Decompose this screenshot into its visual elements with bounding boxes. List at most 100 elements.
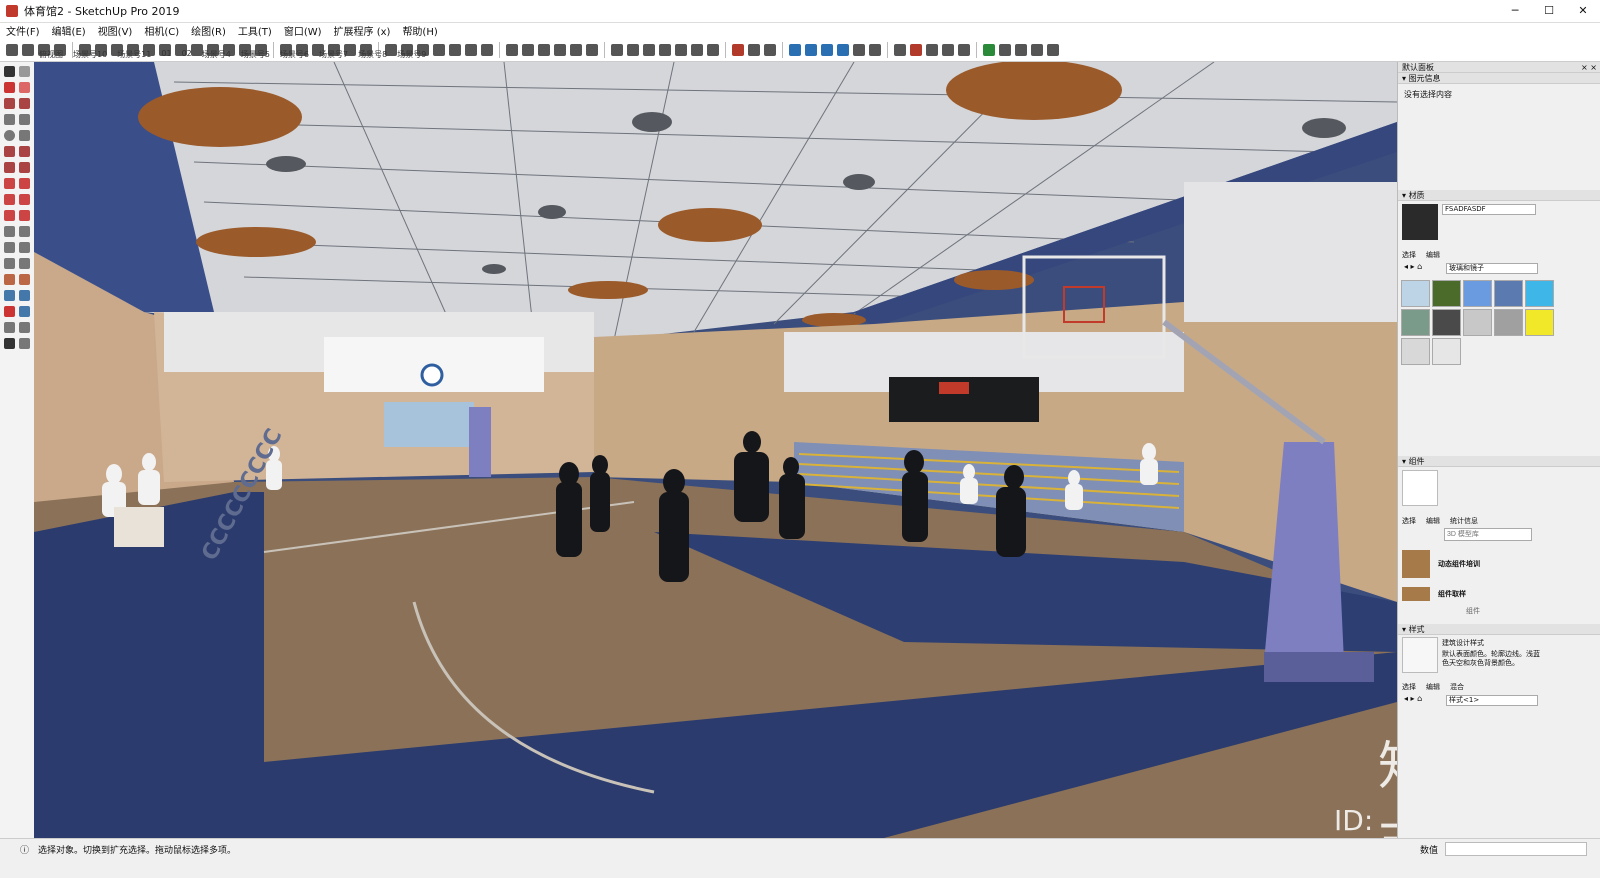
material-swatch[interactable] [1525,309,1554,336]
measurements-input[interactable] [1445,842,1587,856]
list-item[interactable]: 动态组件培训 [1402,544,1552,584]
shaded-textures-icon[interactable] [691,43,703,56]
perspective-icon[interactable] [789,43,801,56]
section-plane-icon[interactable] [19,338,30,349]
zoom-extents-icon[interactable] [449,43,461,56]
menu-file[interactable]: 文件(F) [0,23,46,38]
right-view-icon[interactable] [554,43,566,56]
parallel-projection-icon[interactable] [805,43,817,56]
next-view-icon[interactable] [481,43,493,56]
display-section-cuts-icon[interactable] [764,43,776,56]
two-point-perspective-icon[interactable] [821,43,833,56]
select-tool-icon[interactable] [6,43,18,56]
eraser-icon[interactable] [19,82,30,93]
extension-warehouse-icon[interactable] [910,43,922,56]
outliner-icon[interactable] [1015,43,1027,56]
xray-icon[interactable] [611,43,623,56]
axes-icon[interactable] [4,258,15,269]
material-swatch[interactable] [1463,309,1492,336]
scene-tab[interactable]: 02 [177,49,197,62]
material-swatch[interactable] [1432,309,1461,336]
scene-tab[interactable]: 俯视图 [34,49,68,62]
freehand-icon[interactable] [19,98,30,109]
tab-mix[interactable]: 混合 [1450,682,1464,692]
warehouse-icon[interactable] [894,43,906,56]
menu-draw[interactable]: 绘图(R) [185,23,232,38]
wireframe-icon[interactable] [643,43,655,56]
push-pull-icon[interactable] [19,178,30,189]
menu-camera[interactable]: 相机(C) [138,23,185,38]
two-point-arc-icon[interactable] [19,146,30,157]
top-view-icon[interactable] [522,43,534,56]
left-view-icon[interactable] [586,43,598,56]
dimension-icon[interactable] [19,226,30,237]
select-icon[interactable] [4,66,15,77]
scene-tab[interactable]: 场景号8 [353,49,392,62]
component-search-input[interactable] [1444,528,1532,541]
monochrome-icon[interactable] [707,43,719,56]
lasso-icon[interactable] [19,66,30,77]
library-nav-icons[interactable]: ◂ ▸ ⌂ [1404,262,1422,271]
scene-tab[interactable]: 01 [156,49,176,62]
pie-icon[interactable] [19,162,30,173]
list-item[interactable]: 组件取样 [1402,584,1552,604]
material-swatch[interactable] [1432,280,1461,307]
model-viewport[interactable]: CCCCCCCCC 知末 ID: 1168602733 [34,62,1397,838]
menu-help[interactable]: 帮助(H) [396,23,443,38]
display-section-planes-icon[interactable] [748,43,760,56]
material-swatch[interactable] [1401,309,1430,336]
tab-select[interactable]: 选择 [1402,682,1416,692]
zoom-window-icon[interactable] [433,43,445,56]
previous-view-icon[interactable] [465,43,477,56]
section-plane-icon[interactable] [732,43,744,56]
components-header[interactable]: ▾ 组件 [1398,456,1600,467]
scene-tab[interactable]: 场景号11 [112,49,156,62]
scene-tab[interactable]: 场景号5 [236,49,275,62]
follow-me-icon[interactable] [19,194,30,205]
position-camera-icon[interactable] [4,322,15,333]
material-swatch[interactable] [1525,280,1554,307]
circle-icon[interactable] [4,130,15,141]
material-preview[interactable] [1402,204,1438,240]
look-around-icon[interactable] [853,43,865,56]
shaded-icon[interactable] [675,43,687,56]
front-view-icon[interactable] [538,43,550,56]
minimize-button[interactable]: ─ [1498,0,1532,22]
cloud-icon[interactable] [958,43,970,56]
scene-tab[interactable]: 场景号7 [314,49,353,62]
back-view-icon[interactable] [570,43,582,56]
scene-tab[interactable]: 场景号4 [197,49,236,62]
zoom-extents-icon[interactable] [4,306,15,317]
material-swatch[interactable] [1494,280,1523,307]
zoom-window-icon[interactable] [19,290,30,301]
scene-tab[interactable]: 场景号10 [68,49,112,62]
menu-extensions[interactable]: 扩展程序 (x) [328,23,397,38]
3d-text-icon[interactable] [19,258,30,269]
rectangle-icon[interactable] [4,114,15,125]
extension-manager-icon[interactable] [983,43,995,56]
hidden-line-icon[interactable] [659,43,671,56]
walk-icon[interactable] [869,43,881,56]
scene-tab[interactable]: 场景号9 [392,49,431,62]
material-swatch[interactable] [1463,280,1492,307]
polygon-icon[interactable] [19,130,30,141]
layout-icon[interactable] [926,43,938,56]
line-icon[interactable] [4,98,15,109]
paint-icon[interactable] [4,82,15,93]
arc-icon[interactable] [4,146,15,157]
back-edges-icon[interactable] [627,43,639,56]
tab-select[interactable]: 选择 [1402,250,1416,260]
style-dropdown[interactable]: 样式<1> [1446,695,1538,706]
menu-tools[interactable]: 工具(T) [232,23,278,38]
tab-edit[interactable]: 编辑 [1426,250,1440,260]
info-icon[interactable] [999,43,1011,56]
walk-icon[interactable] [19,322,30,333]
rotated-rectangle-icon[interactable] [19,114,30,125]
materials-header[interactable]: ▾ 材质 [1398,190,1600,201]
material-name-field[interactable]: FSADFASDF [1442,204,1536,215]
entity-info-header[interactable]: ▾ 图元信息 [1398,73,1600,84]
style-nav-icons[interactable]: ◂ ▸ ⌂ [1404,694,1422,703]
material-swatch[interactable] [1401,338,1430,365]
offset-icon[interactable] [19,210,30,221]
maximize-button[interactable]: ☐ [1532,0,1566,22]
